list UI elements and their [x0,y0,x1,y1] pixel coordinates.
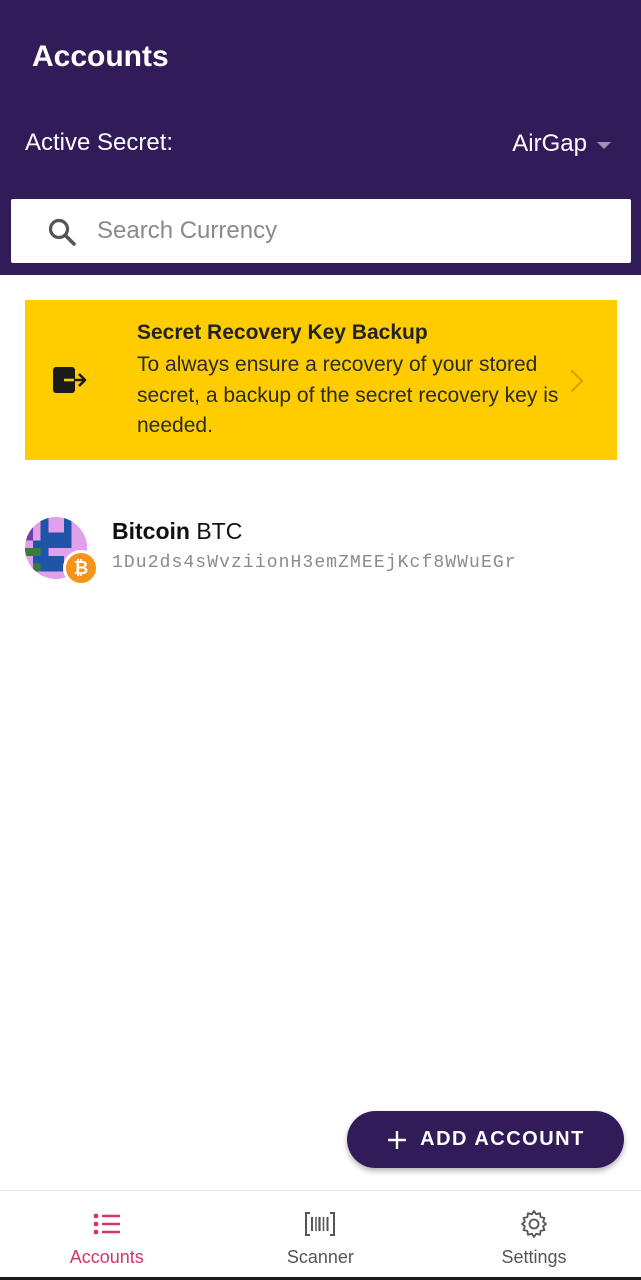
tab-settings[interactable]: Settings [427,1191,641,1277]
active-secret-select[interactable]: AirGap [512,124,611,164]
plus-icon [388,1130,407,1149]
bitcoin-icon: ₿ [63,550,99,586]
active-secret-value: AirGap [512,130,587,157]
backup-banner[interactable]: Secret Recovery Key Backup To always ens… [25,300,617,460]
tab-settings-label: Settings [501,1247,567,1267]
app-header: Accounts Active Secret: AirGap [0,0,641,275]
banner-text: To always ensure a recovery of your stor… [137,353,559,437]
active-secret-label: Active Secret: [25,129,174,156]
account-currency-symbol: BTC [196,518,243,544]
chevron-right-icon [570,369,584,393]
account-address: 1Du2ds4sWvziionH3emZMEEjKcf8WWuEGr [112,553,517,573]
tab-accounts[interactable]: Accounts [0,1191,214,1277]
page-title: Accounts [32,40,169,73]
banner-title: Secret Recovery Key Backup [137,321,428,344]
account-name: Bitcoin BTC [112,518,242,545]
gear-icon [521,1210,547,1238]
list-icon [93,1213,120,1235]
caret-down-icon [597,141,611,149]
add-account-button[interactable]: ADD ACCOUNT [347,1111,624,1168]
tab-scanner-label: Scanner [286,1247,354,1267]
barcode-icon [305,1212,336,1236]
bottom-tab-bar: Accounts Scanner Settings [0,1190,641,1280]
add-account-label: ADD ACCOUNT [420,1128,585,1150]
search-icon [48,218,76,246]
search-input[interactable] [97,209,607,253]
tab-scanner[interactable]: Scanner [214,1191,428,1277]
account-item-bitcoin[interactable]: ₿ Bitcoin BTC 1Du2ds4sWvziionH3emZMEEjKc… [25,515,625,587]
search-bar [11,199,631,263]
tab-accounts-label: Accounts [69,1247,144,1267]
exit-arrow-icon [53,367,87,393]
account-currency-name: Bitcoin [112,518,190,544]
